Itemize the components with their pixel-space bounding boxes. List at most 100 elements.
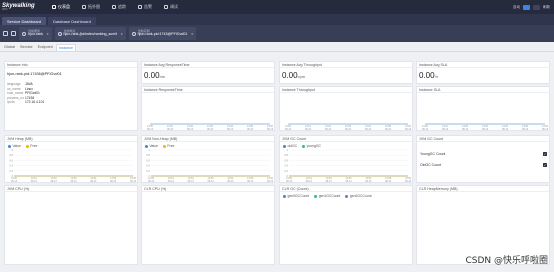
tab-instance[interactable]: Instance	[55, 44, 77, 51]
x-tick-label: 08-13	[462, 128, 469, 131]
gc-count-label: YoungGC Count	[420, 151, 446, 156]
legend-dot	[283, 194, 286, 198]
nav-item-topology[interactable]: 拓扑图	[76, 0, 106, 14]
x-tick-label: 08-13	[285, 128, 292, 131]
throughput-chart: 13:5008-1313:5108-1313:5208-1313:5308-13…	[285, 123, 412, 131]
nav-item-label: 调试	[170, 4, 178, 9]
check-icon[interactable]: ✓	[543, 162, 547, 167]
tab-divider	[0, 51, 554, 52]
sla-chart-panel: Instance SLA 13:50 08-13 13:51 08-13 13:52 08…	[416, 86, 550, 131]
y-tick-label: 0.8	[284, 153, 288, 157]
check-icon[interactable]: ✓	[543, 151, 547, 156]
panel-title: CLR CPU (%)	[142, 186, 274, 192]
topology-icon	[82, 5, 86, 9]
value-number: 0.00	[282, 71, 298, 80]
panel-title: Instance Info	[5, 62, 137, 68]
x-tick-label: 08-13	[267, 180, 274, 183]
x-tick-label: 08-13	[147, 128, 154, 131]
nav-item-label: 仪表盘	[58, 4, 70, 9]
legend-item[interactable]: gen0GCCount	[283, 194, 309, 198]
metric-value: 0.00cpm	[282, 71, 305, 80]
legend-item[interactable]: gen1GCCount	[314, 194, 340, 198]
selector-bar: 当前服务 hjun-rank ▾ 当前端点 hjun-rank,/jia/ind…	[0, 25, 554, 42]
clr-cpu-panel: CLR CPU (%)	[141, 185, 275, 265]
x-tick-label: 08-13	[267, 128, 274, 131]
instance-selector[interactable]: 当前实例 hjun-rank-pid:1743@PFIGvd01 ▾	[128, 27, 196, 40]
y-tick-label: 0.2	[146, 169, 150, 173]
panel-title: Instance Avg SLA	[417, 62, 549, 68]
value-number: 0.00	[419, 71, 435, 80]
value-unit: cpm	[297, 74, 306, 79]
tab-database-dashboard[interactable]: Database Dashboard	[48, 17, 96, 25]
lock-icon[interactable]	[11, 31, 16, 36]
nav-item-trace[interactable]: 追踪	[106, 0, 132, 14]
legend-label: gen2GCCount	[349, 194, 372, 198]
service-icon	[22, 31, 26, 36]
avg-response-time-panel: Instance Avg ResponseTime 0.00ms	[141, 61, 275, 84]
avg-sla-panel: Instance Avg SLA 0.00%	[416, 61, 550, 84]
response-time-chart: 13:5008-1313:5108-1313:5208-1313:5308-13…	[147, 123, 274, 131]
jvm-gc-chart: 10.80.60.40.2013:5008-1313:5108-1313:520…	[284, 148, 411, 183]
x-tick-label: 08-13	[385, 180, 392, 183]
tab-global[interactable]: Global	[2, 44, 17, 51]
x-tick-label: 08-13	[187, 128, 194, 131]
x-tick-label: 08-13	[70, 180, 77, 183]
y-tick-label: 0.2	[284, 169, 288, 173]
nav-item-alarm[interactable]: 告警	[132, 0, 158, 14]
panel-title: JVM CPU (%)	[5, 186, 137, 192]
x-tick-label: 08-13	[11, 180, 18, 183]
y-tick-label: 0.6	[9, 158, 13, 162]
skywalking-logo[interactable]: Skywalking APM	[2, 3, 40, 12]
endpoint-selector[interactable]: 当前端点 hjun-rank,/jia/index/ranking_sumit …	[54, 27, 126, 40]
nav-item-label: 拓扑图	[88, 4, 100, 9]
tab-service-dashboard[interactable]: Service Dashboard	[2, 17, 47, 25]
gc-count-row: YoungGC Count ✓	[417, 148, 549, 159]
x-tick-label: 08-13	[227, 180, 234, 183]
auto-label: 自动	[513, 4, 520, 9]
x-tick-label: 08-13	[305, 128, 312, 131]
x-tick-label: 08-13	[522, 128, 529, 131]
debug-icon	[164, 5, 168, 9]
x-tick-label: 08-13	[326, 180, 333, 183]
time-toggle[interactable]	[533, 4, 540, 10]
x-tick-label: 08-13	[227, 128, 234, 131]
info-row: ipv4s 172.16.4.101	[5, 100, 137, 105]
panel-title: CLR HeapMemory (MB)	[417, 186, 549, 192]
nav-item-label: 追踪	[118, 4, 126, 9]
dashboard-icon	[52, 5, 56, 9]
jvm-heap-panel: JVM Heap (MB) Value Free 1 0.8 0.6 0.4 0.2 0 1…	[4, 135, 138, 183]
metric-value: 0.00ms	[144, 71, 165, 80]
chart-legend: gen0GCCount gen1GCCount gen2GCCount	[280, 192, 412, 200]
x-tick-label: 08-13	[130, 180, 137, 183]
jvm-gc-time-panel: JVM GC Count oldGC youngGC 1 0.8 0.6 0.4 0.2…	[279, 135, 413, 183]
auto-toggle[interactable]	[523, 4, 530, 10]
x-tick-label: 08-13	[542, 128, 549, 131]
x-tick-label: 08-13	[167, 128, 174, 131]
settings-icon[interactable]	[3, 31, 8, 36]
y-tick-label: 0.6	[146, 158, 150, 162]
service-selector[interactable]: 当前服务 hjun-rank ▾	[19, 27, 52, 40]
x-tick-label: 08-13	[365, 128, 372, 131]
instance-name: hjun-rank-pid:17436@PFIGvd01	[7, 72, 62, 76]
x-tick-label: 08-13	[168, 180, 175, 183]
refresh-label[interactable]: 刷新	[543, 5, 550, 10]
tab-service[interactable]: Service	[18, 44, 35, 51]
nav-item-dashboard[interactable]: 仪表盘	[46, 0, 76, 14]
x-tick-label: 08-13	[51, 180, 58, 183]
legend-item[interactable]: gen2GCCount	[345, 194, 372, 198]
instance-info-panel: Instance Info hjun-rank-pid:17436@PFIGvd…	[4, 61, 138, 131]
instance-icon	[131, 31, 136, 36]
value-unit: %	[434, 74, 439, 79]
gc-count-row: OldGC Count ✓	[417, 159, 549, 170]
nav-item-debug[interactable]: 调试	[158, 0, 184, 14]
avg-throughput-panel: Instance Avg Throughput 0.00cpm	[279, 61, 413, 84]
clr-gc-panel: CLR GC (Count) gen0GCCount gen1GCCount g…	[279, 185, 413, 265]
jvm-non-heap-chart: 10.80.60.40.2013:5008-1313:5108-1313:520…	[146, 148, 274, 183]
x-tick-label: 08-13	[207, 128, 214, 131]
legend-label: gen0GCCount	[287, 194, 310, 198]
tab-endpoint[interactable]: Endpoint	[36, 44, 55, 51]
value-number: 0.00	[144, 71, 160, 80]
y-tick-label: 0.4	[284, 164, 288, 168]
service-selector-value: hjun-rank	[28, 32, 43, 37]
jvm-cpu-panel: JVM CPU (%)	[4, 185, 138, 265]
